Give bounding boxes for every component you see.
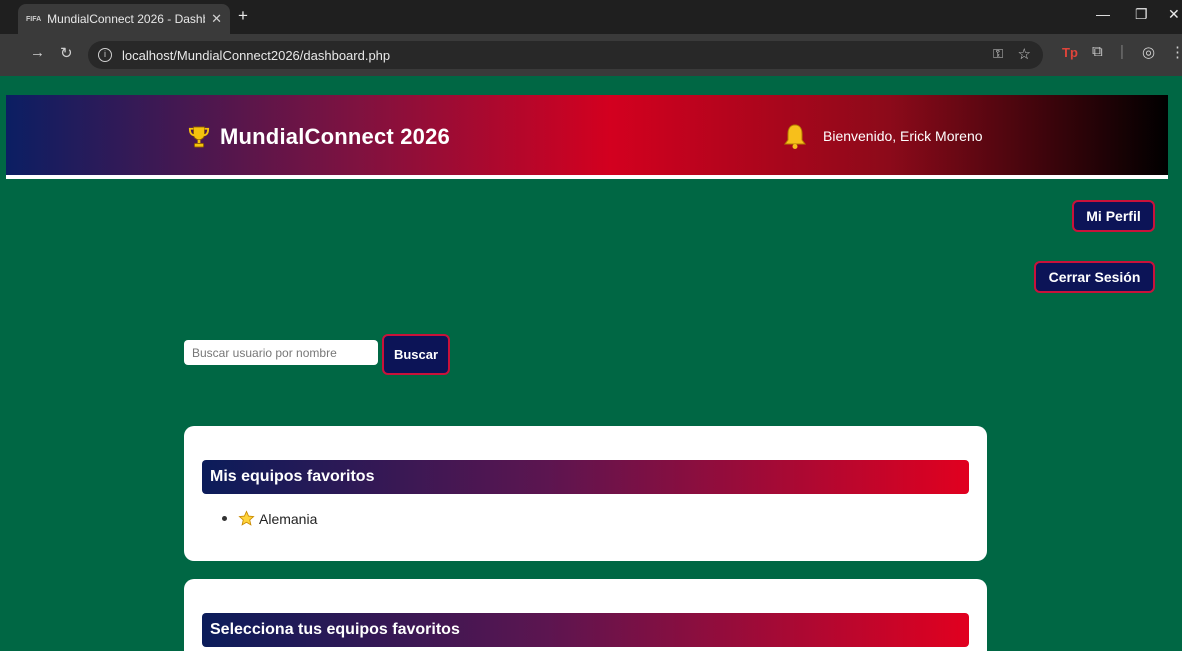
list-item: Alemania [222,510,317,527]
bookmark-star-icon[interactable]: ☆ [1018,45,1031,63]
password-key-icon[interactable]: ⚿ [993,46,1003,62]
site-info-icon[interactable]: i [98,48,112,62]
toolbar-divider: | [1120,43,1124,60]
logout-button[interactable]: Cerrar Sesión [1034,261,1155,293]
browser-tab[interactable]: FIFA MundialConnect 2026 - Dashbo ✕ [18,4,230,34]
select-teams-title: Selecciona tus equipos favoritos [202,613,969,647]
trophy-icon [188,126,210,148]
address-text: localhost/MundialConnect2026/dashboard.p… [122,47,391,63]
forward-icon[interactable]: → [30,44,45,61]
search-button[interactable]: Buscar [382,334,450,375]
favorite-teams-list: Alemania [222,510,317,527]
extensions-puzzle-icon[interactable]: ⧉ [1092,43,1103,60]
tab-title: MundialConnect 2026 - Dashbo [47,12,206,26]
user-search-input[interactable] [184,340,378,365]
browser-tab-bar: FIFA MundialConnect 2026 - Dashbo ✕ + — … [0,0,1182,34]
my-profile-button[interactable]: Mi Perfil [1072,200,1155,232]
browser-toolbar: → ↻ i localhost/MundialConnect2026/dashb… [0,34,1182,76]
reload-icon[interactable]: ↻ [60,44,73,62]
profile-icon[interactable]: ◎ [1142,43,1155,61]
new-tab-icon[interactable]: + [238,6,248,26]
logo[interactable]: MundialConnect 2026 [188,124,450,150]
select-teams-card: Selecciona tus equipos favoritos [184,579,987,651]
address-bar[interactable]: i localhost/MundialConnect2026/dashboard… [88,41,1043,69]
fifa-favicon-icon: FIFA [26,15,42,23]
welcome-message: Bienvenido, Erick Moreno [823,128,983,144]
close-tab-icon[interactable]: ✕ [211,11,222,27]
bullet [222,516,227,521]
brand-name: MundialConnect 2026 [220,124,450,149]
page-top-gap [0,76,1182,95]
restore-icon[interactable]: ❐ [1135,6,1148,23]
site-header: MundialConnect 2026 Bienvenido, Erick Mo… [6,95,1168,179]
team-name: Alemania [259,510,318,527]
menu-kebab-icon[interactable]: ⋮ [1170,43,1182,61]
close-window-icon[interactable]: ✕ [1168,6,1180,23]
favorites-title: Mis equipos favoritos [202,460,969,494]
favorites-card: Mis equipos favoritos Alemania [184,426,987,561]
star-icon [238,510,255,526]
notification-bell-icon[interactable] [783,123,807,149]
minimize-icon[interactable]: — [1096,6,1110,22]
extension-tp-icon[interactable]: Tp [1062,45,1078,60]
